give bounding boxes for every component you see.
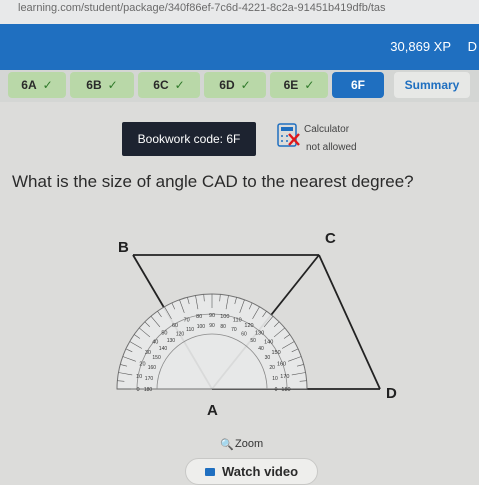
- bookwork-code-badge: Bookwork code: 6F: [122, 122, 256, 156]
- geometry-diagram: 01020304050607080 90 100110120130140150160…: [116, 230, 397, 419]
- point-label-b: B: [118, 239, 129, 256]
- line-cd: [318, 254, 381, 390]
- protractor-outer-label: 40: [152, 339, 158, 345]
- calculator-label: Calculator: [304, 124, 350, 135]
- check-icon: ✓: [174, 78, 185, 92]
- protractor-inner-label: 140: [159, 346, 168, 352]
- calculator-not-allowed-icon: [277, 123, 300, 147]
- task-tabs: 6A ✓ 6B ✓ 6C ✓ 6D ✓ 6E ✓ 6F Summary: [0, 70, 479, 102]
- protractor-inner-label: 70: [231, 327, 237, 333]
- top-header: 30,869 XP D: [0, 24, 479, 70]
- tab-label: 6D: [219, 78, 235, 92]
- protractor-outer-label: 100: [220, 314, 229, 320]
- protractor-outer-label: 10: [136, 374, 142, 380]
- protractor-outer-label: 0: [136, 387, 139, 393]
- protractor-outer-label: 170: [280, 374, 289, 380]
- tab-label: 6B: [86, 78, 102, 92]
- protractor-inner-label: 0: [275, 387, 278, 393]
- tab-label: Summary: [404, 78, 460, 92]
- protractor-inner-label: 160: [148, 365, 157, 371]
- protractor-inner-label: 170: [145, 376, 154, 382]
- protractor-outer-label: 150: [271, 350, 280, 356]
- tab-6a[interactable]: 6A ✓: [8, 72, 66, 98]
- video-camera-icon: [204, 467, 215, 476]
- question-text: What is the size of angle CAD to the nea…: [12, 172, 414, 191]
- protractor-inner-label: 20: [269, 365, 275, 371]
- protractor-inner-label: 30: [265, 355, 271, 361]
- check-icon: ✓: [240, 78, 251, 92]
- tab-6b[interactable]: 6B ✓: [70, 72, 134, 98]
- protractor: 01020304050607080 90 100110120130140150160…: [116, 293, 308, 393]
- protractor-inner-label: 80: [220, 324, 226, 330]
- point-label-a: A: [207, 402, 218, 419]
- protractor-inner-label: 100: [197, 324, 206, 330]
- protractor-inner-label: 10: [272, 376, 278, 382]
- watch-video-label: Watch video: [221, 464, 299, 479]
- protractor-outer-label: 120: [244, 323, 253, 329]
- protractor-inner-label: 110: [186, 327, 194, 333]
- check-icon: ✓: [42, 78, 53, 92]
- tab-label: 6E: [283, 78, 299, 92]
- tab-summary[interactable]: Summary: [394, 72, 470, 98]
- tab-label: 6C: [153, 78, 169, 92]
- protractor-outer-label: 70: [184, 317, 190, 323]
- protractor-inner-label: 90: [209, 323, 215, 329]
- protractor-outer-label: 110: [233, 317, 242, 323]
- browser-url-bar[interactable]: learning.com/student/package/340f86ef-7c…: [0, 0, 479, 24]
- protractor-outer-label: 130: [255, 330, 264, 336]
- point-label-d: D: [386, 385, 397, 402]
- calculator-status: not allowed: [306, 142, 357, 153]
- protractor-inner-label: 120: [176, 332, 185, 338]
- protractor-inner-label: 150: [152, 355, 161, 361]
- header-trailing-text: D: [467, 39, 477, 54]
- tab-6e[interactable]: 6E ✓: [270, 72, 328, 98]
- protractor-outer-label: 80: [196, 314, 202, 320]
- tab-label: 6F: [350, 78, 365, 92]
- point-label-c: C: [325, 230, 336, 247]
- zoom-label: Zoom: [235, 438, 264, 450]
- protractor-outer-label: 30: [145, 350, 151, 356]
- check-icon: ✓: [107, 78, 118, 92]
- watch-video-button[interactable]: Watch video: [185, 458, 318, 485]
- tab-6d[interactable]: 6D ✓: [204, 72, 266, 98]
- protractor-inner-label: 60: [241, 332, 247, 338]
- protractor-outer-label: 20: [139, 362, 145, 368]
- protractor-outer-label: 140: [264, 339, 273, 345]
- zoom-button[interactable]: Zoom: [235, 438, 263, 450]
- check-icon: ✓: [304, 78, 315, 92]
- protractor-outer-label: 50: [161, 330, 167, 336]
- protractor-inner-label: 40: [258, 346, 264, 352]
- tab-6f[interactable]: 6F: [332, 72, 384, 98]
- protractor-outer-label: 60: [172, 323, 178, 329]
- protractor-inner-label: 180: [144, 387, 153, 393]
- tab-6c[interactable]: 6C ✓: [138, 72, 200, 98]
- xp-counter: 30,869 XP: [390, 39, 451, 54]
- protractor-outer-label: 90: [209, 313, 215, 319]
- protractor-inner-label: 130: [167, 338, 176, 344]
- protractor-inner-label: 50: [250, 338, 256, 344]
- protractor-outer-label: 180: [281, 387, 290, 393]
- zoom-icon[interactable]: 🔍: [220, 438, 234, 451]
- tab-label: 6A: [21, 78, 37, 92]
- protractor-outer-label: 160: [277, 362, 286, 368]
